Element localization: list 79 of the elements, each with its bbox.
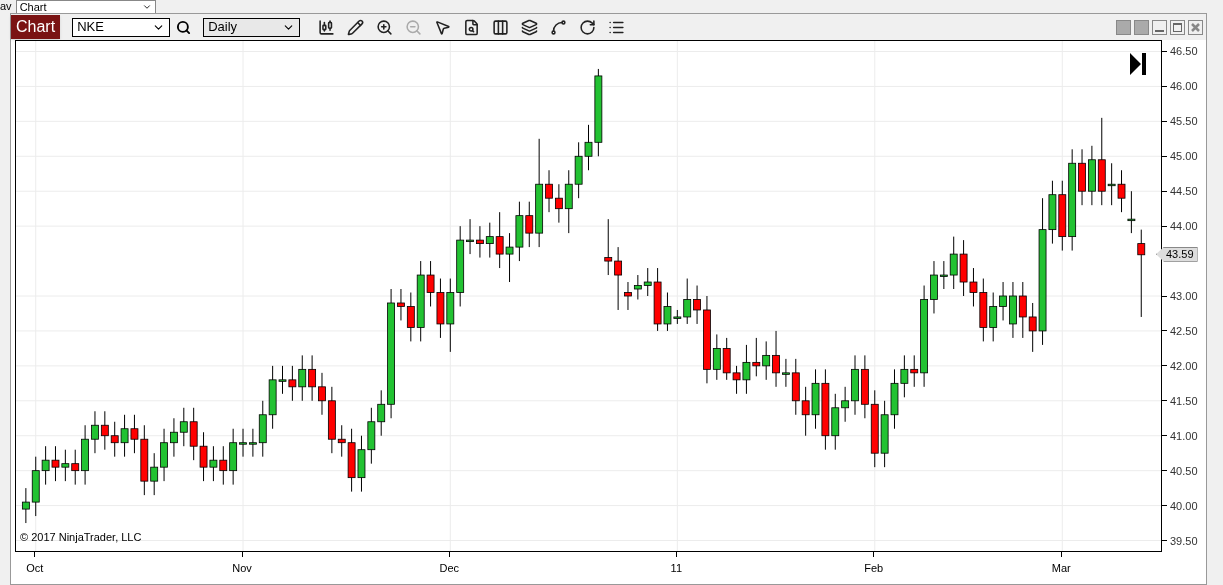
zoom-in-icon[interactable] (376, 18, 394, 36)
price-tick-label: 46.00 (1170, 79, 1198, 94)
candlestick (466, 218, 474, 255)
window-button[interactable] (1116, 19, 1131, 35)
date-label: Mar (1051, 561, 1071, 576)
price-marker: 43.59 (1156, 246, 1198, 262)
close-button[interactable] (1188, 19, 1203, 35)
candlestick (100, 410, 109, 451)
candlestick-icon[interactable] (318, 18, 336, 36)
candlestick (545, 169, 553, 213)
search-document-icon[interactable] (463, 18, 481, 36)
price-tick-label: 40.00 (1170, 498, 1198, 513)
price-tick-label: 44.50 (1170, 184, 1198, 199)
candlestick (318, 372, 326, 416)
background-label: av (0, 0, 12, 12)
candlestick (712, 333, 721, 381)
candlestick (554, 183, 563, 224)
background-dropdown[interactable]: Chart (15, 0, 156, 13)
candlestick (939, 260, 948, 290)
date-label: Dec (439, 561, 460, 576)
candlestick (614, 246, 623, 311)
window-button[interactable] (1134, 19, 1149, 35)
price-tick-label: 45.00 (1170, 149, 1198, 164)
candlestick (476, 225, 484, 259)
chart-title: Chart (11, 15, 61, 39)
candlestick (604, 218, 613, 276)
chevron-icon (141, 2, 152, 12)
candlestick (989, 292, 998, 342)
skip-to-end-icon[interactable] (1130, 53, 1146, 75)
date-label: Nov (232, 561, 252, 576)
candlestick (1137, 229, 1146, 318)
reload-icon[interactable] (579, 18, 597, 36)
candlestick (406, 292, 415, 342)
candlestick (239, 428, 247, 458)
copyright-text: © 2017 NinjaTrader, LLC (20, 529, 142, 545)
candlestick (782, 358, 790, 388)
candlestick (693, 285, 701, 325)
candlestick (150, 452, 159, 496)
price-tick-label: 41.50 (1170, 393, 1198, 408)
price-tick-label: 46.50 (1170, 44, 1198, 59)
candlestick (999, 281, 1007, 321)
price-tick-label: 42.00 (1170, 358, 1198, 373)
price-tick-label: 41.00 (1170, 428, 1198, 443)
maximize-button[interactable] (1170, 19, 1185, 35)
pointer-icon[interactable] (434, 18, 452, 36)
candlestick (1018, 281, 1027, 339)
price-tick-label: 42.50 (1170, 323, 1198, 338)
instrument-dropdown[interactable]: NKE (72, 17, 171, 37)
candlestick (772, 330, 780, 388)
candlestick (841, 386, 850, 423)
price-tick-label: 44.00 (1170, 219, 1198, 234)
candlestick (21, 487, 30, 524)
candlestick (624, 281, 632, 311)
candlestick (633, 274, 642, 300)
date-label: Feb (864, 561, 884, 576)
price-tick-label: 43.00 (1170, 289, 1198, 303)
candlestick (397, 288, 405, 321)
candlestick (170, 417, 178, 458)
candlestick (485, 222, 494, 259)
price-tick-label: 40.50 (1170, 463, 1198, 478)
line-nodes-icon[interactable] (550, 18, 568, 36)
minimize-button[interactable] (1152, 19, 1167, 35)
candlestick (683, 278, 692, 325)
bars-icon[interactable] (492, 18, 510, 36)
candlestick (1127, 190, 1136, 234)
interval-dropdown[interactable]: Daily (203, 17, 301, 37)
candlestick (377, 389, 386, 437)
candlestick (249, 428, 257, 458)
candlestick (762, 340, 771, 381)
price-tick-label: 45.50 (1170, 114, 1198, 129)
candlestick (91, 410, 99, 454)
search-icon[interactable] (176, 19, 192, 35)
date-label: 11 (670, 561, 683, 576)
price-tick-label: 39.50 (1170, 533, 1198, 548)
layers-icon[interactable] (521, 18, 539, 36)
date-label: Oct (26, 561, 44, 576)
pencil-icon[interactable] (347, 18, 365, 36)
candlestick (179, 407, 188, 447)
candlestick (308, 354, 317, 402)
